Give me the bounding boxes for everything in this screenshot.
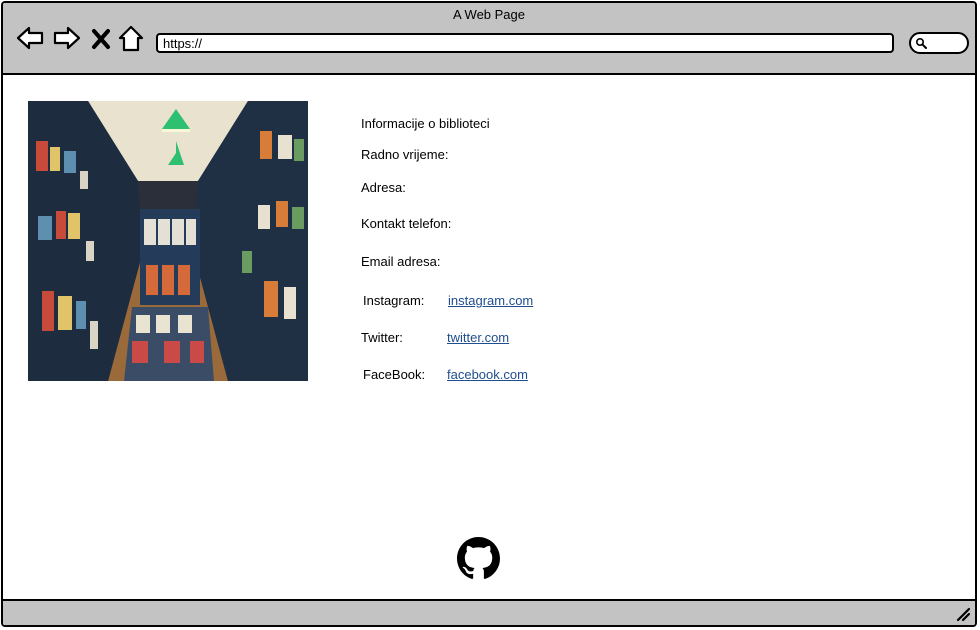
hours-label: Radno vrijeme:	[361, 147, 449, 162]
library-info-heading: Informacije o biblioteci	[361, 116, 490, 131]
facebook-label: FaceBook:	[363, 367, 426, 382]
address-label: Adresa:	[361, 180, 406, 195]
home-icon[interactable]	[118, 23, 144, 53]
phone-label: Kontakt telefon:	[361, 216, 452, 231]
twitter-link[interactable]: twitter.com	[447, 330, 509, 345]
close-icon[interactable]	[90, 23, 112, 53]
search-input[interactable]	[909, 32, 969, 54]
url-input[interactable]: https://	[156, 33, 894, 53]
back-arrow-icon[interactable]	[15, 23, 45, 53]
status-bar	[3, 599, 975, 625]
bookstore-photo	[28, 101, 308, 381]
url-text: https://	[163, 36, 203, 51]
browser-window: A Web Page https:// Informacije o biblio…	[1, 1, 977, 627]
github-icon[interactable]	[457, 537, 500, 580]
window-title: A Web Page	[452, 7, 526, 22]
instagram-link[interactable]: instagram.com	[448, 293, 533, 308]
browser-toolbar: A Web Page https://	[3, 3, 975, 75]
search-icon	[915, 37, 927, 49]
instagram-label: Instagram:	[363, 293, 425, 308]
forward-arrow-icon[interactable]	[52, 23, 82, 53]
twitter-label: Twitter:	[361, 330, 403, 345]
resize-grip-icon[interactable]	[955, 606, 971, 622]
facebook-link[interactable]: facebook.com	[447, 367, 528, 382]
email-label: Email adresa:	[361, 254, 441, 269]
